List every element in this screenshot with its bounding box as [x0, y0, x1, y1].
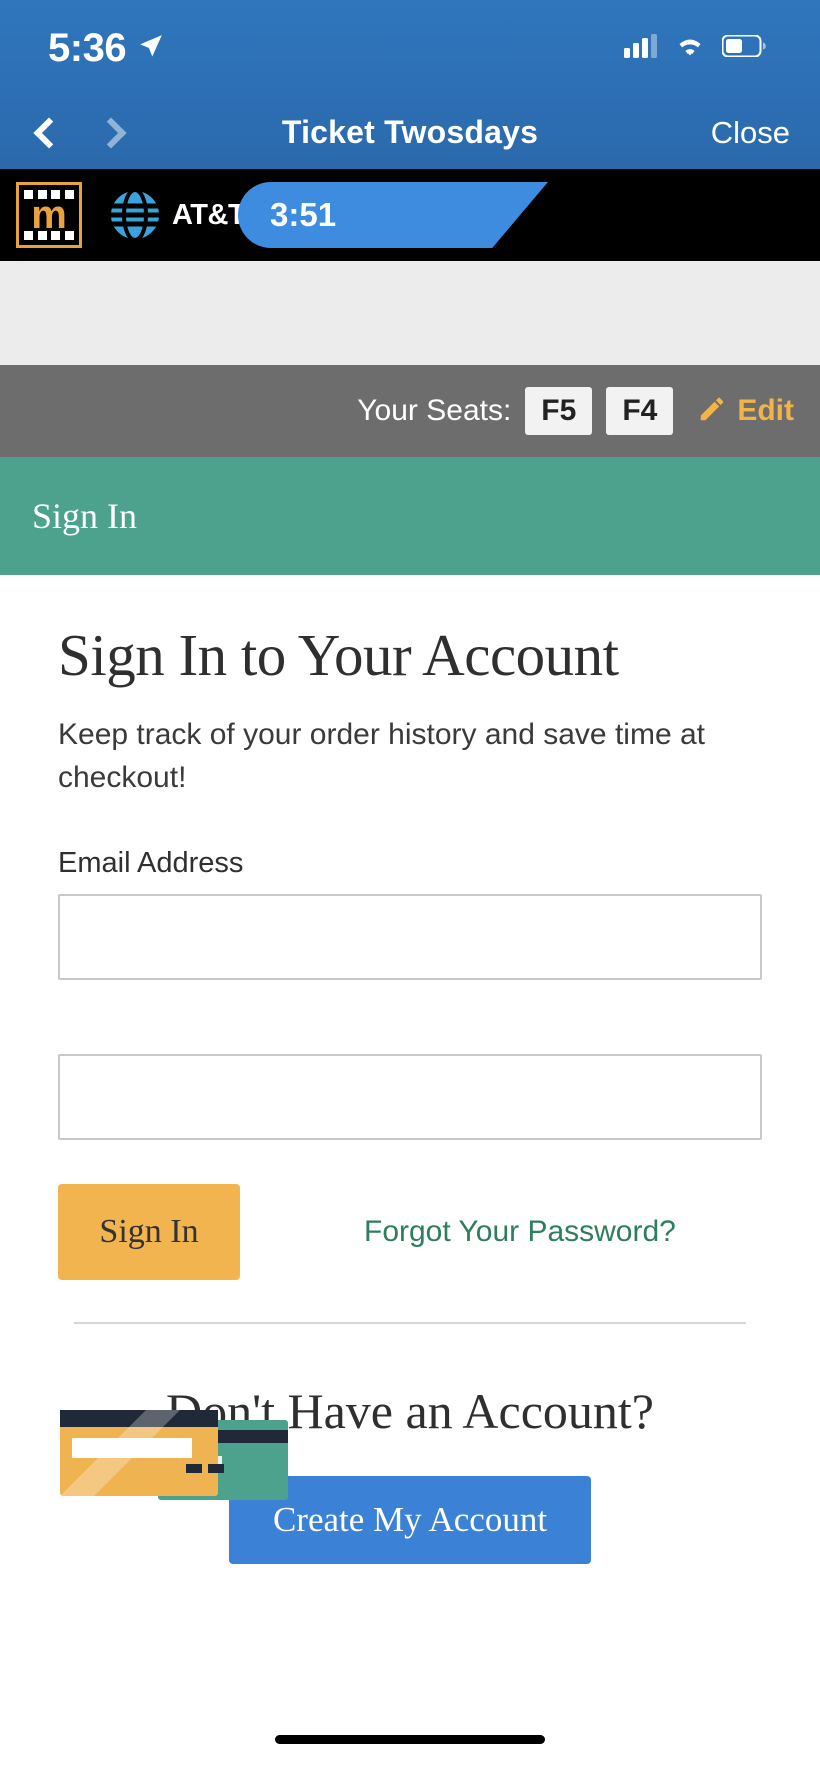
status-bar: 5:36 — [0, 0, 820, 96]
seat-chip: F5 — [525, 387, 593, 435]
att-globe-icon — [108, 188, 162, 242]
forgot-password-link[interactable]: Forgot Your Password? — [364, 1215, 676, 1249]
signin-description: Keep track of your order history and sav… — [58, 718, 705, 794]
page-title: Ticket Twosdays — [281, 114, 539, 150]
brand-bar: m AT&T 3:51 — [0, 169, 820, 261]
signin-button[interactable]: Sign In — [58, 1184, 240, 1281]
hold-timer: 3:51 — [238, 182, 548, 248]
edit-seats-label: Edit — [737, 394, 794, 427]
battery-icon — [721, 34, 766, 62]
carrier-name: AT&T — [172, 198, 246, 231]
app-screen: 5:36 Ticket Twosdays Close m AT&T 3:51 Y… — [0, 0, 820, 1776]
content-spacer — [0, 261, 820, 365]
pencil-icon — [697, 394, 727, 429]
close-button[interactable]: Close — [711, 96, 790, 169]
browser-nav-bar: Ticket Twosdays Close — [0, 96, 820, 169]
hold-timer-value: 3:51 — [270, 196, 337, 233]
ios-top-chrome: 5:36 Ticket Twosdays Close — [0, 0, 820, 169]
seat-chip: F4 — [606, 387, 674, 435]
location-arrow-icon — [138, 33, 164, 64]
email-label: Email Address — [58, 847, 244, 880]
logo-letter: m — [31, 193, 67, 237]
section-header-title: Sign In — [32, 496, 138, 536]
home-indicator — [275, 1735, 545, 1744]
signin-heading: Sign In to Your Account — [58, 622, 619, 688]
your-seats-label: Your Seats: — [357, 394, 512, 427]
wifi-icon — [674, 34, 706, 63]
email-input[interactable] — [58, 894, 762, 981]
section-header: Sign In — [0, 457, 820, 575]
hold-timer-banner: 3:51 — [238, 182, 548, 248]
section-divider — [74, 1322, 746, 1325]
cellular-signal-icon — [624, 33, 658, 63]
your-seats-bar: Your Seats: F5 F4 Edit — [0, 365, 820, 457]
credit-cards-illustration — [58, 1408, 308, 1530]
edit-seats-button[interactable]: Edit — [697, 394, 794, 429]
signin-action-row: Sign In Forgot Your Password? — [58, 1184, 762, 1281]
status-time: 5:36 — [48, 25, 127, 70]
film-perforations-bottom — [24, 231, 74, 240]
password-input[interactable] — [58, 1054, 762, 1141]
status-bar-right — [624, 33, 766, 63]
carrier-branding: AT&T — [108, 188, 246, 242]
marcus-theatres-logo[interactable]: m — [16, 182, 82, 248]
status-bar-left: 5:36 — [48, 26, 164, 71]
